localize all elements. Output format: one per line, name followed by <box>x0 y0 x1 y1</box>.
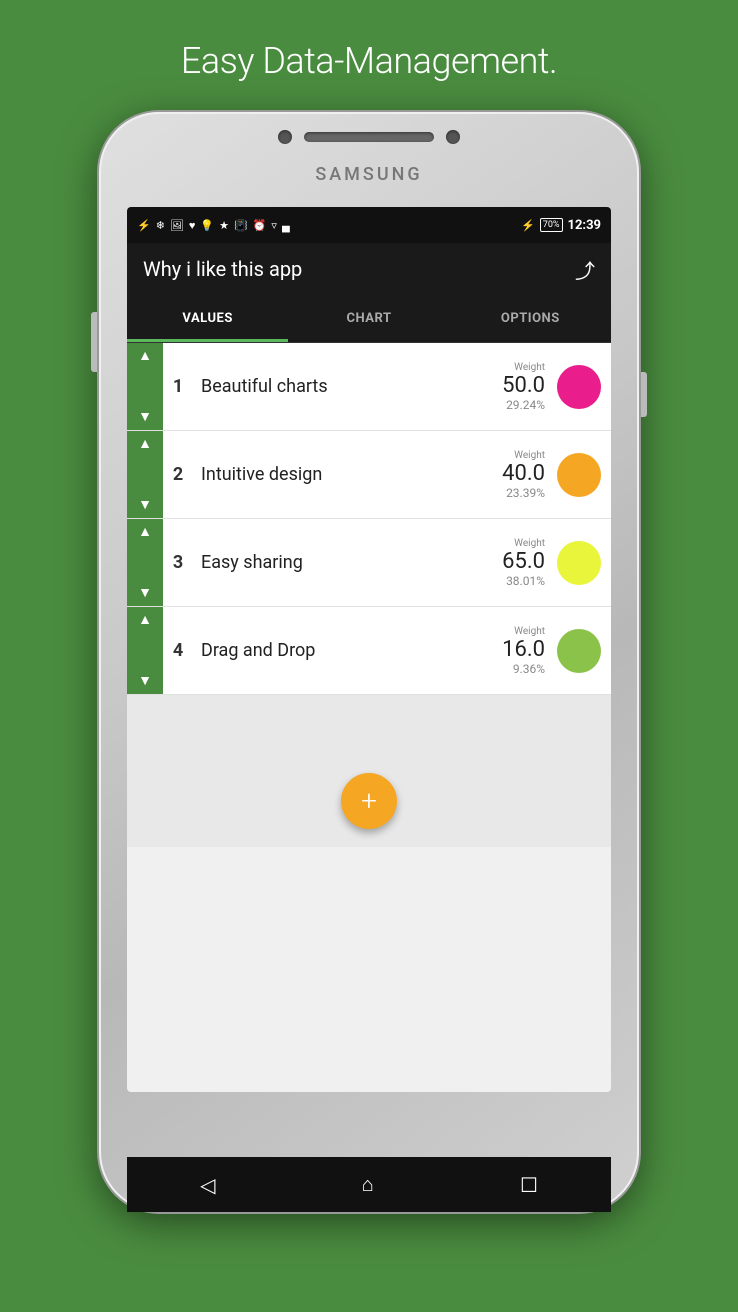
down-arrow-2[interactable]: ▼ <box>138 498 152 512</box>
up-arrow-3[interactable]: ▲ <box>138 525 152 539</box>
row-label-4: Drag and Drop <box>193 640 502 661</box>
tab-values[interactable]: VALUES <box>127 295 288 342</box>
home-button[interactable]: ⌂ <box>362 1172 374 1197</box>
row-label-3: Easy sharing <box>193 552 502 573</box>
recent-button[interactable]: ☐ <box>520 1173 538 1197</box>
empty-area <box>127 695 611 755</box>
page-headline: Easy Data-Management. <box>181 40 557 82</box>
content-area: ▲ ▼ 1 Beautiful charts Weight 50.0 29.24… <box>127 343 611 847</box>
back-button[interactable]: ◁ <box>200 1173 215 1197</box>
power-button <box>641 372 647 417</box>
heart-icon: ♥ <box>189 219 196 232</box>
row-label-1: Beautiful charts <box>193 376 502 397</box>
bottom-navigation: ◁ ⌂ ☐ <box>127 1157 611 1212</box>
phone-screen: ⚡ ❄ 🖼 ♥ 💡 ★ 📳 ⏰ ▿ ▄ ⚡ 70% 12:39 Why i li… <box>127 207 611 1092</box>
down-arrow-1[interactable]: ▼ <box>138 410 152 424</box>
row-number-4: 4 <box>163 640 193 661</box>
vibrate-icon: 📳 <box>234 219 248 232</box>
fab-container: + <box>127 755 611 847</box>
image-icon: 🖼 <box>170 219 184 232</box>
status-icons-right: ⚡ 70% 12:39 <box>521 218 601 233</box>
share-icon[interactable]: ⤴ <box>575 255 595 284</box>
battery-indicator: 70% <box>540 218 563 232</box>
row-controls-3: ▲ ▼ <box>127 519 163 606</box>
plus-icon: + <box>361 787 377 815</box>
row-weight-2: Weight 40.0 23.39% <box>502 450 545 500</box>
wifi-icon: ▿ <box>271 219 277 232</box>
down-arrow-4[interactable]: ▼ <box>138 674 152 688</box>
clock: 12:39 <box>568 218 602 233</box>
row-controls-4: ▲ ▼ <box>127 607 163 694</box>
signal-icon: ▄ <box>282 219 290 232</box>
row-controls-1: ▲ ▼ <box>127 343 163 430</box>
tab-bar: VALUES CHART OPTIONS <box>127 295 611 343</box>
android-icon: ★ <box>219 219 229 232</box>
down-arrow-3[interactable]: ▼ <box>138 586 152 600</box>
row-label-2: Intuitive design <box>193 464 502 485</box>
table-row: ▲ ▼ 1 Beautiful charts Weight 50.0 29.24… <box>127 343 611 431</box>
tab-options[interactable]: OPTIONS <box>450 295 611 342</box>
phone-mockup: SAMSUNG ⚡ ❄ 🖼 ♥ 💡 ★ 📳 ⏰ ▿ ▄ ⚡ 70% 12:39 <box>99 112 639 1212</box>
alarm-icon: ⏰ <box>253 219 267 232</box>
table-row: ▲ ▼ 2 Intuitive design Weight 40.0 23.39… <box>127 431 611 519</box>
status-icons-left: ⚡ ❄ 🖼 ♥ 💡 ★ 📳 ⏰ ▿ ▄ <box>137 219 290 232</box>
row-weight-3: Weight 65.0 38.01% <box>502 538 545 588</box>
up-arrow-1[interactable]: ▲ <box>138 349 152 363</box>
table-row: ▲ ▼ 3 Easy sharing Weight 65.0 38.01% <box>127 519 611 607</box>
app-title: Why i like this app <box>143 257 302 281</box>
add-button[interactable]: + <box>341 773 397 829</box>
table-row: ▲ ▼ 4 Drag and Drop Weight 16.0 9.36% <box>127 607 611 695</box>
phone-top-bezel <box>139 130 599 144</box>
volume-button <box>91 312 97 372</box>
row-number-3: 3 <box>163 552 193 573</box>
status-bar: ⚡ ❄ 🖼 ♥ 💡 ★ 📳 ⏰ ▿ ▄ ⚡ 70% 12:39 <box>127 207 611 243</box>
usb-icon: ⚡ <box>137 219 151 232</box>
speaker-grille <box>304 132 434 142</box>
tab-chart[interactable]: CHART <box>288 295 449 342</box>
samsung-logo: SAMSUNG <box>315 164 422 185</box>
camera-dot-right <box>446 130 460 144</box>
row-weight-4: Weight 16.0 9.36% <box>502 626 545 676</box>
light-icon: 💡 <box>200 219 214 232</box>
notification-icon: ❄ <box>156 219 165 232</box>
color-swatch-3[interactable] <box>557 541 601 585</box>
camera-dot-left <box>278 130 292 144</box>
color-swatch-2[interactable] <box>557 453 601 497</box>
row-controls-2: ▲ ▼ <box>127 431 163 518</box>
row-number-2: 2 <box>163 464 193 485</box>
color-swatch-4[interactable] <box>557 629 601 673</box>
charging-icon: ⚡ <box>521 219 535 232</box>
up-arrow-2[interactable]: ▲ <box>138 437 152 451</box>
up-arrow-4[interactable]: ▲ <box>138 613 152 627</box>
row-number-1: 1 <box>163 376 193 397</box>
color-swatch-1[interactable] <box>557 365 601 409</box>
row-weight-1: Weight 50.0 29.24% <box>502 362 545 412</box>
app-bar: Why i like this app ⤴ <box>127 243 611 295</box>
